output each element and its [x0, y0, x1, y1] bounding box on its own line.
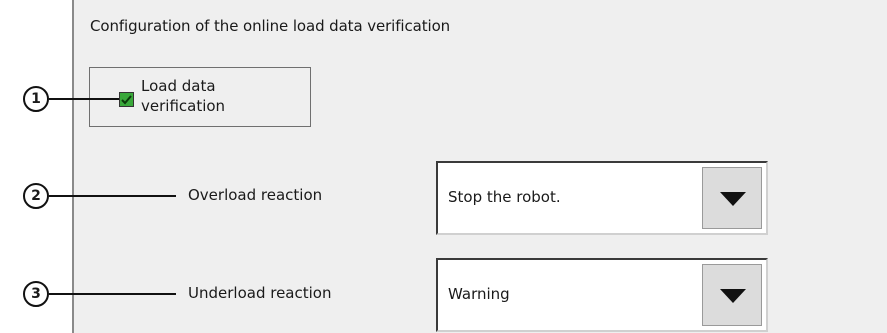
callout-3: 3	[23, 281, 49, 307]
underload-reaction-label: Underload reaction	[188, 284, 332, 302]
callout-2: 2	[23, 183, 49, 209]
overload-reaction-dropdown-button[interactable]	[702, 167, 762, 229]
callout-1-leader	[49, 98, 119, 100]
load-data-verification-label[interactable]: Load data verification	[141, 76, 225, 116]
load-data-verification-group: Load data verification	[89, 67, 311, 127]
callout-3-leader	[49, 293, 176, 295]
callout-2-leader	[49, 195, 176, 197]
load-data-verification-label-line2: verification	[141, 97, 226, 115]
underload-reaction-select[interactable]: Warning	[436, 258, 768, 332]
panel-title: Configuration of the online load data ve…	[90, 17, 451, 35]
callout-1: 1	[23, 86, 49, 112]
underload-reaction-value: Warning	[448, 285, 510, 303]
overload-reaction-label: Overload reaction	[188, 186, 323, 204]
underload-reaction-dropdown-button[interactable]	[702, 264, 762, 326]
checkmark-icon	[121, 95, 132, 105]
chevron-down-icon	[720, 289, 746, 303]
overload-reaction-select[interactable]: Stop the robot.	[436, 161, 768, 235]
overload-reaction-value: Stop the robot.	[448, 188, 561, 206]
load-data-verification-checkbox[interactable]	[119, 92, 134, 107]
load-data-verification-label-line1: Load data	[141, 77, 216, 95]
chevron-down-icon	[720, 192, 746, 206]
